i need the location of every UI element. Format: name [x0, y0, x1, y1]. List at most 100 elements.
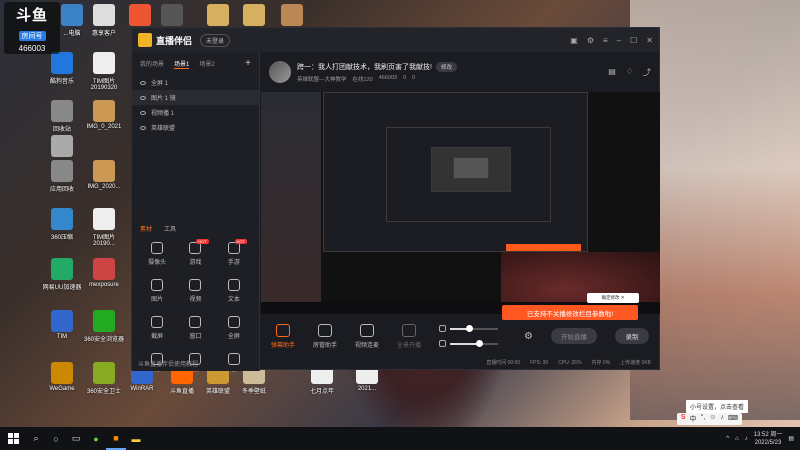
- eye-icon[interactable]: [140, 80, 146, 85]
- desktop-icon[interactable]: mexposure: [82, 258, 126, 288]
- bell-icon[interactable]: ♢: [626, 67, 633, 78]
- tool-item[interactable]: ...: [215, 353, 253, 374]
- desktop-icon[interactable]: TIM图片20190...: [82, 208, 126, 247]
- mic-track[interactable]: [450, 324, 499, 332]
- speaker-track[interactable]: [450, 339, 499, 347]
- desktop-icon[interactable]: 回收站: [40, 100, 84, 133]
- source-label: 全屏 1: [151, 81, 169, 87]
- tool-item[interactable]: 文本: [215, 279, 253, 303]
- tab-tools[interactable]: 工具: [164, 224, 176, 233]
- explorer-icon[interactable]: ▬: [126, 427, 146, 450]
- desktop-icon[interactable]: TIM图片20190320: [82, 52, 126, 91]
- desktop-icon[interactable]: 网易UU加速器: [40, 258, 84, 291]
- tool-item[interactable]: 图片: [138, 279, 176, 303]
- ime-punct-icon[interactable]: °,: [700, 414, 705, 424]
- maximize-icon[interactable]: ☐: [630, 36, 637, 45]
- video-link-button[interactable]: 视频连麦: [355, 323, 379, 349]
- stream-title: 跨一：我人打团献技术，我刷页害了我献技!: [297, 63, 432, 71]
- settings-gear-icon[interactable]: ⚙: [524, 331, 533, 342]
- desktop-icon[interactable]: [150, 4, 194, 28]
- share-icon[interactable]: ⤴: [643, 67, 651, 78]
- tool-label: 图片: [151, 297, 164, 303]
- search-icon[interactable]: ⌕: [26, 427, 46, 450]
- taskview-icon[interactable]: ▭: [66, 427, 86, 450]
- ime-voice-icon[interactable]: ♪: [720, 414, 724, 424]
- desktop-icon[interactable]: IMG_0_2021: [82, 100, 126, 130]
- danmaku-assistant-button[interactable]: 弹幕助手: [271, 323, 295, 349]
- tool-item[interactable]: HOT 手游: [215, 239, 253, 266]
- source-item[interactable]: 全屏 1: [132, 75, 259, 90]
- stream-category[interactable]: 英雄联盟—大神教学: [297, 75, 347, 83]
- notice-banner[interactable]: 已支持不关播修改栏目参数啦!: [502, 305, 638, 320]
- desktop-icon[interactable]: 360压缩: [40, 208, 84, 241]
- speaker-icon[interactable]: [439, 340, 447, 347]
- desktop-icon[interactable]: 应用回收: [40, 160, 84, 193]
- tool-item[interactable]: 视频: [176, 279, 214, 303]
- tutorial-link[interactable]: 斗鱼直播伴侣使用教程: [138, 359, 198, 368]
- speaker-slider[interactable]: [439, 339, 499, 347]
- close-icon[interactable]: ✕: [646, 36, 653, 45]
- eye-icon[interactable]: [140, 125, 146, 130]
- panorama-button[interactable]: 全景开播: [397, 323, 421, 349]
- stream-preview[interactable]: [261, 92, 660, 314]
- tab-materials[interactable]: 素材: [140, 224, 152, 233]
- notice-confirm-box[interactable]: 确定修改 ✕: [587, 293, 639, 303]
- toolbar-icon[interactable]: ▣: [570, 36, 578, 45]
- ime-keyboard-icon[interactable]: ⌨: [728, 414, 738, 424]
- desktop-icon[interactable]: IMG_2020...: [82, 160, 126, 190]
- screen-icon[interactable]: ▤: [608, 67, 616, 78]
- stat-b: 0: [412, 74, 416, 81]
- ime-logo-icon[interactable]: S: [681, 414, 686, 424]
- eye-icon[interactable]: [140, 110, 146, 115]
- record-button[interactable]: 录制: [615, 328, 649, 344]
- desktop-icon[interactable]: WeGame: [40, 362, 84, 392]
- settings-icon[interactable]: ⚙: [587, 36, 594, 45]
- stream-header: 跨一：我人打团献技术，我刷页害了我献技! 修改 英雄联盟—大神教学 在线120 …: [261, 52, 659, 92]
- tab-scene-1[interactable]: 场景1: [174, 59, 190, 69]
- mic-slider[interactable]: [439, 324, 499, 332]
- preview-desktop: [261, 92, 321, 314]
- app-icon: [93, 362, 115, 384]
- panorama-icon: [402, 323, 417, 337]
- desktop-icon-label: 惠享客户: [91, 31, 116, 37]
- volume-icon[interactable]: ♪: [745, 436, 748, 442]
- ime-emoji-icon[interactable]: ☺: [709, 414, 716, 424]
- source-item[interactable]: 图片 1 镜: [132, 90, 259, 105]
- tab-my-scenes[interactable]: 我的场景: [140, 59, 164, 68]
- room-admin-button[interactable]: 房管助手: [313, 323, 337, 349]
- 360-browser-icon[interactable]: ●: [86, 427, 106, 450]
- menu-icon[interactable]: ≡: [603, 36, 608, 45]
- tool-label: 窗口: [189, 334, 202, 340]
- notification-icon[interactable]: ▤: [788, 435, 794, 442]
- tool-item[interactable]: HOT 游戏: [176, 239, 214, 266]
- desktop-icon[interactable]: 酷狗音乐: [40, 52, 84, 85]
- desktop-icon[interactable]: TIM: [40, 310, 84, 340]
- ime-mode[interactable]: 中: [689, 414, 696, 424]
- start-button[interactable]: [0, 427, 26, 450]
- desktop-icon[interactable]: 360安全浏览器: [82, 310, 126, 343]
- ime-toolbar[interactable]: S 中 °, ☺ ♪ ⌨: [676, 413, 742, 425]
- tool-item[interactable]: 截屏: [138, 316, 176, 340]
- tool-item[interactable]: 窗口: [176, 316, 214, 340]
- login-badge[interactable]: 未登录: [200, 33, 231, 47]
- eye-icon[interactable]: [140, 95, 146, 100]
- minimize-icon[interactable]: –: [617, 36, 621, 45]
- mic-icon[interactable]: [439, 325, 447, 332]
- desktop-icon[interactable]: [270, 4, 314, 28]
- modify-title-button[interactable]: 修改: [435, 61, 457, 72]
- app-icon: [93, 52, 115, 74]
- avatar[interactable]: [269, 61, 291, 83]
- start-live-button[interactable]: 开始直播: [551, 328, 597, 344]
- tool-item[interactable]: 全屏: [215, 316, 253, 340]
- network-icon[interactable]: ⌂: [735, 436, 739, 442]
- douyu-taskbar-icon[interactable]: ■: [106, 427, 126, 450]
- add-scene-button[interactable]: +: [245, 58, 251, 69]
- cortana-icon[interactable]: ○: [46, 427, 66, 450]
- titlebar: 直播伴侣 未登录 ▣ ⚙ ≡ – ☐ ✕: [132, 28, 659, 52]
- clock[interactable]: 13:52 周一 2022/5/23: [754, 431, 783, 447]
- source-item[interactable]: 英雄联盟: [132, 120, 259, 135]
- tab-scene-2[interactable]: 场景2: [199, 59, 214, 68]
- tray-chevron-icon[interactable]: ^: [726, 436, 729, 442]
- tool-item[interactable]: 摄像头: [138, 242, 176, 266]
- source-item[interactable]: 视频播 1: [132, 105, 259, 120]
